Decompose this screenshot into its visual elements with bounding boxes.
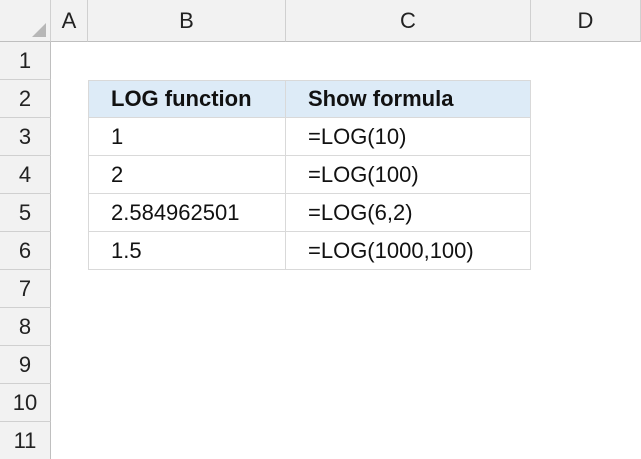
select-all-triangle-icon — [32, 23, 46, 37]
row-header-11[interactable]: 11 — [0, 422, 51, 459]
row-header-2[interactable]: 2 — [0, 80, 51, 118]
spreadsheet: A B C D 1 2 3 4 5 6 7 8 9 10 11 LOG func… — [0, 0, 641, 459]
row-header-6[interactable]: 6 — [0, 232, 51, 270]
row-header-1[interactable]: 1 — [0, 42, 51, 80]
column-header-c[interactable]: C — [286, 0, 531, 42]
row-header-5[interactable]: 5 — [0, 194, 51, 232]
select-all-button[interactable] — [0, 0, 51, 42]
cell-b5[interactable]: 2.584962501 — [88, 194, 286, 232]
row-header-10[interactable]: 10 — [0, 384, 51, 422]
cell-b3[interactable]: 1 — [88, 118, 286, 156]
column-header-a[interactable]: A — [51, 0, 88, 42]
row-header-9[interactable]: 9 — [0, 346, 51, 384]
row-header-4[interactable]: 4 — [0, 156, 51, 194]
row-header-7[interactable]: 7 — [0, 270, 51, 308]
table-header-show-formula[interactable]: Show formula — [286, 80, 531, 118]
cell-b4[interactable]: 2 — [88, 156, 286, 194]
row-header-3[interactable]: 3 — [0, 118, 51, 156]
column-header-d[interactable]: D — [531, 0, 641, 42]
cell-c3[interactable]: =LOG(10) — [286, 118, 531, 156]
cell-c5[interactable]: =LOG(6,2) — [286, 194, 531, 232]
row-header-8[interactable]: 8 — [0, 308, 51, 346]
column-header-b[interactable]: B — [88, 0, 286, 42]
cell-c6[interactable]: =LOG(1000,100) — [286, 232, 531, 270]
cell-c4[interactable]: =LOG(100) — [286, 156, 531, 194]
table-header-log-function[interactable]: LOG function — [88, 80, 286, 118]
cell-b6[interactable]: 1.5 — [88, 232, 286, 270]
